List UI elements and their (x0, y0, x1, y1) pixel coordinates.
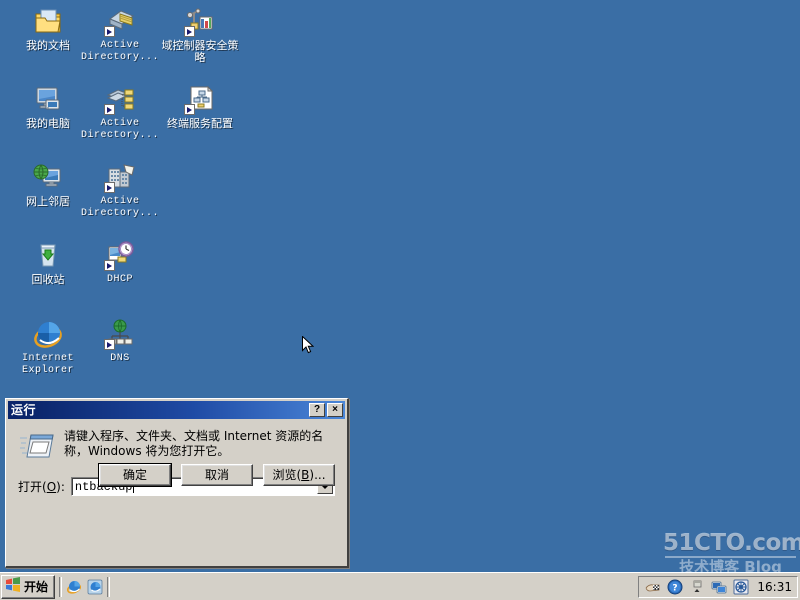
internet-explorer-icon (32, 318, 64, 350)
run-dialog-body: 请键入程序、文件夹、文档或 Internet 资源的名称，Windows 将为您… (6, 419, 347, 496)
shortcut-arrow-icon (104, 339, 115, 350)
watermark-main-text: 51CTO.com (663, 530, 800, 556)
desktop-icon-label: 我的电脑 (26, 118, 70, 130)
run-window-icon (20, 431, 54, 461)
run-dialog-title: 运行 (11, 403, 37, 417)
active-directory-sites-icon (104, 5, 136, 37)
close-button[interactable]: × (327, 403, 343, 417)
svg-text:?: ? (673, 583, 678, 593)
taskbar[interactable]: 开始 ? 16:31 (0, 572, 800, 600)
desktop-icon-label: 回收站 (31, 274, 65, 286)
desktop-icon-label: 终端服务配置 (167, 118, 233, 130)
desktop-icon-label: 网上邻居 (26, 196, 70, 208)
shortcut-arrow-icon (184, 26, 195, 37)
taskbar-divider (59, 576, 63, 597)
desktop-icon-label: 我的文档 (26, 40, 70, 52)
desktop-icon-dhcp[interactable]: DHCP (80, 239, 160, 286)
desktop-icon-label: DHCP (106, 274, 133, 285)
start-button[interactable]: 开始 (1, 574, 56, 599)
domain-controller-security-policy-icon (184, 5, 216, 37)
folder-documents-icon (32, 5, 64, 37)
system-tray[interactable]: ? 16:31 (638, 575, 798, 598)
recycle-bin-icon (32, 239, 64, 271)
network-connection-icon[interactable] (711, 579, 727, 595)
desktop-icon-network-places[interactable]: 网上邻居 (8, 161, 88, 208)
start-button-label: 开始 (24, 580, 49, 594)
network-neighborhood-icon (32, 161, 64, 193)
dhcp-icon (104, 239, 136, 271)
run-dialog-titlebar[interactable]: 运行 ? × (8, 401, 345, 419)
hand-security-icon[interactable] (645, 579, 661, 595)
quick-launch-bar[interactable] (66, 579, 103, 595)
arrow-pointer-icon (302, 335, 315, 355)
browse-button[interactable]: 浏览(B)... (263, 464, 335, 486)
desktop-icon-internet-explorer[interactable]: Internet Explorer (8, 318, 88, 377)
run-prompt-text: 请键入程序、文件夹、文档或 Internet 资源的名称，Windows 将为您… (64, 429, 324, 458)
run-dialog-buttons: 确定 取消 浏览(B)... (6, 463, 347, 487)
taskbar-clock[interactable]: 16:31 (757, 580, 792, 594)
watermark-divider (665, 556, 796, 558)
desktop-icon-label: 域控制器安全策略 (161, 40, 239, 64)
watermark: 51CTO.com 技术博客 Blog (663, 530, 800, 576)
desktop-icon-my-computer[interactable]: 我的电脑 (8, 83, 88, 130)
run-prompt-row: 请键入程序、文件夹、文档或 Internet 资源的名称，Windows 将为您… (18, 429, 335, 461)
run-dialog[interactable]: 运行 ? × 请键入程序、文件夹、文档或 Internet 资源的名称，Wind… (5, 398, 349, 568)
desktop-icon-label: Active Directory... (80, 118, 159, 141)
outlook-express-icon[interactable] (87, 579, 103, 595)
desktop[interactable]: 我的文档 Active Directory... 域控制器安全策略 我的电脑 A… (0, 0, 800, 576)
desktop-icon-dns[interactable]: DNS (80, 318, 160, 365)
vmware-tools-icon[interactable] (733, 579, 749, 595)
shortcut-arrow-icon (104, 26, 115, 37)
desktop-icon-label: Internet Explorer (21, 353, 74, 376)
active-directory-users-icon (104, 83, 136, 115)
windows-flag-icon (5, 576, 21, 597)
desktop-icon-my-documents[interactable]: 我的文档 (8, 5, 88, 52)
my-computer-icon (32, 83, 64, 115)
internet-explorer-icon[interactable] (66, 579, 82, 595)
desktop-icon-active-directory-1[interactable]: Active Directory... (80, 5, 160, 64)
help-button[interactable]: ? (309, 403, 325, 417)
desktop-icon-label: Active Directory... (80, 196, 159, 219)
shortcut-arrow-icon (104, 182, 115, 193)
ok-button[interactable]: 确定 (98, 463, 172, 487)
shortcut-arrow-icon (104, 104, 115, 115)
terminal-services-config-icon (184, 83, 216, 115)
shortcut-arrow-icon (104, 260, 115, 271)
cancel-button[interactable]: 取消 (181, 464, 253, 486)
desktop-icon-active-directory-3[interactable]: Active Directory... (80, 161, 160, 220)
active-directory-domains-icon (104, 161, 136, 193)
taskbar-divider (107, 576, 111, 597)
desktop-icon-label: DNS (110, 353, 130, 364)
dns-icon (104, 318, 136, 350)
shortcut-arrow-icon (184, 104, 195, 115)
volume-icon[interactable] (689, 579, 705, 595)
desktop-icon-active-directory-2[interactable]: Active Directory... (80, 83, 160, 142)
question-shield-icon[interactable]: ? (667, 579, 683, 595)
desktop-icon-terminal-services[interactable]: 终端服务配置 (160, 83, 240, 130)
desktop-icon-label: Active Directory... (80, 40, 159, 63)
desktop-icon-domain-security[interactable]: 域控制器安全策略 (160, 5, 240, 64)
desktop-icon-recycle-bin[interactable]: 回收站 (8, 239, 88, 286)
